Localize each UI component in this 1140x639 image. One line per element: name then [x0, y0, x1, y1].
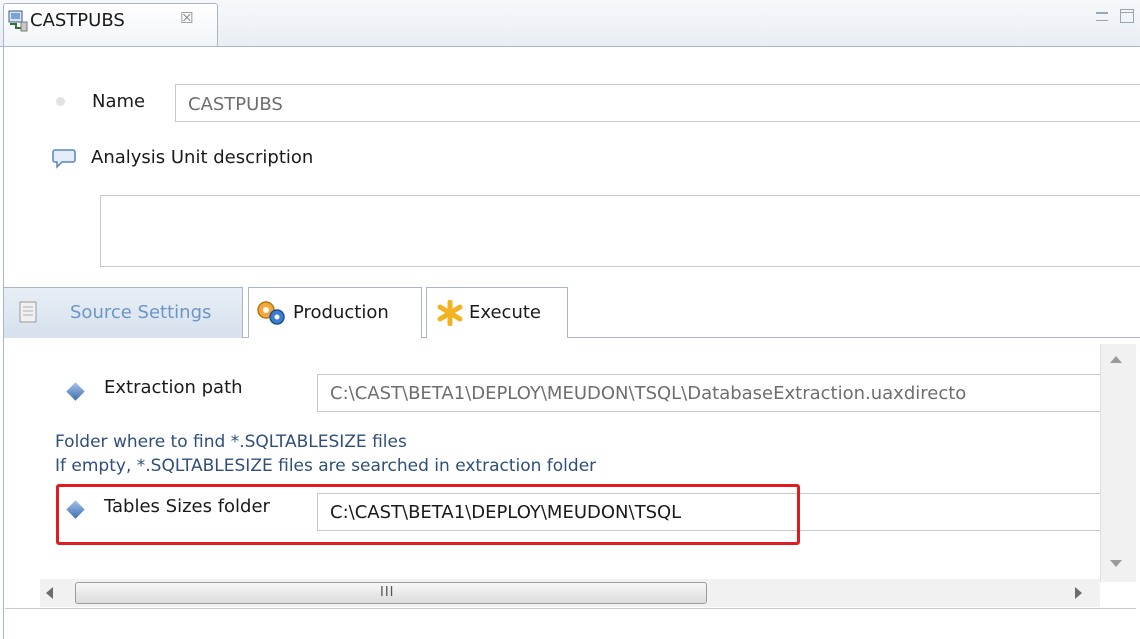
scroll-left-arrow-icon[interactable]	[46, 587, 53, 599]
gears-icon	[257, 301, 285, 325]
tab-source-settings[interactable]: Source Settings	[3, 287, 243, 338]
extraction-path-label: Extraction path	[104, 377, 243, 398]
hint-text-line-2: If empty, *.SQLTABLESIZE files are searc…	[55, 456, 597, 476]
name-input[interactable]: CASTPUBS	[175, 84, 1140, 122]
asterisk-icon	[437, 300, 463, 326]
document-icon	[19, 301, 37, 323]
close-icon[interactable]: ☒	[180, 11, 193, 26]
pane-bottom-border	[5, 608, 1136, 609]
vertical-scrollbar[interactable]	[1100, 344, 1136, 582]
scroll-up-arrow-icon[interactable]	[1110, 356, 1122, 363]
highlight-annotation	[56, 484, 800, 545]
scroll-down-arrow-icon[interactable]	[1110, 560, 1122, 567]
tab-source-settings-label: Source Settings	[70, 302, 212, 323]
name-label: Name	[92, 91, 146, 112]
name-bullet-icon	[56, 97, 65, 106]
tab-production-label: Production	[293, 302, 389, 323]
minimize-icon[interactable]	[1096, 12, 1108, 21]
description-label: Analysis Unit description	[91, 147, 314, 168]
hint-text-line-1: Folder where to find *.SQLTABLESIZE file…	[55, 432, 407, 452]
analysis-unit-icon	[8, 10, 28, 32]
scroll-grip: III	[380, 585, 395, 600]
tab-execute-label: Execute	[469, 302, 541, 323]
scroll-right-arrow-icon[interactable]	[1075, 587, 1082, 599]
tab-execute[interactable]: Execute	[426, 287, 568, 338]
tab-production[interactable]: Production	[248, 287, 422, 338]
editor-tab-title: CASTPUBS	[30, 10, 125, 31]
comment-icon	[52, 149, 76, 169]
maximize-icon[interactable]	[1120, 9, 1134, 23]
description-textarea[interactable]	[100, 195, 1140, 267]
extraction-path-input[interactable]: C:\CAST\BETA1\DEPLOY\MEUDON\TSQL\Databas…	[317, 374, 1101, 412]
